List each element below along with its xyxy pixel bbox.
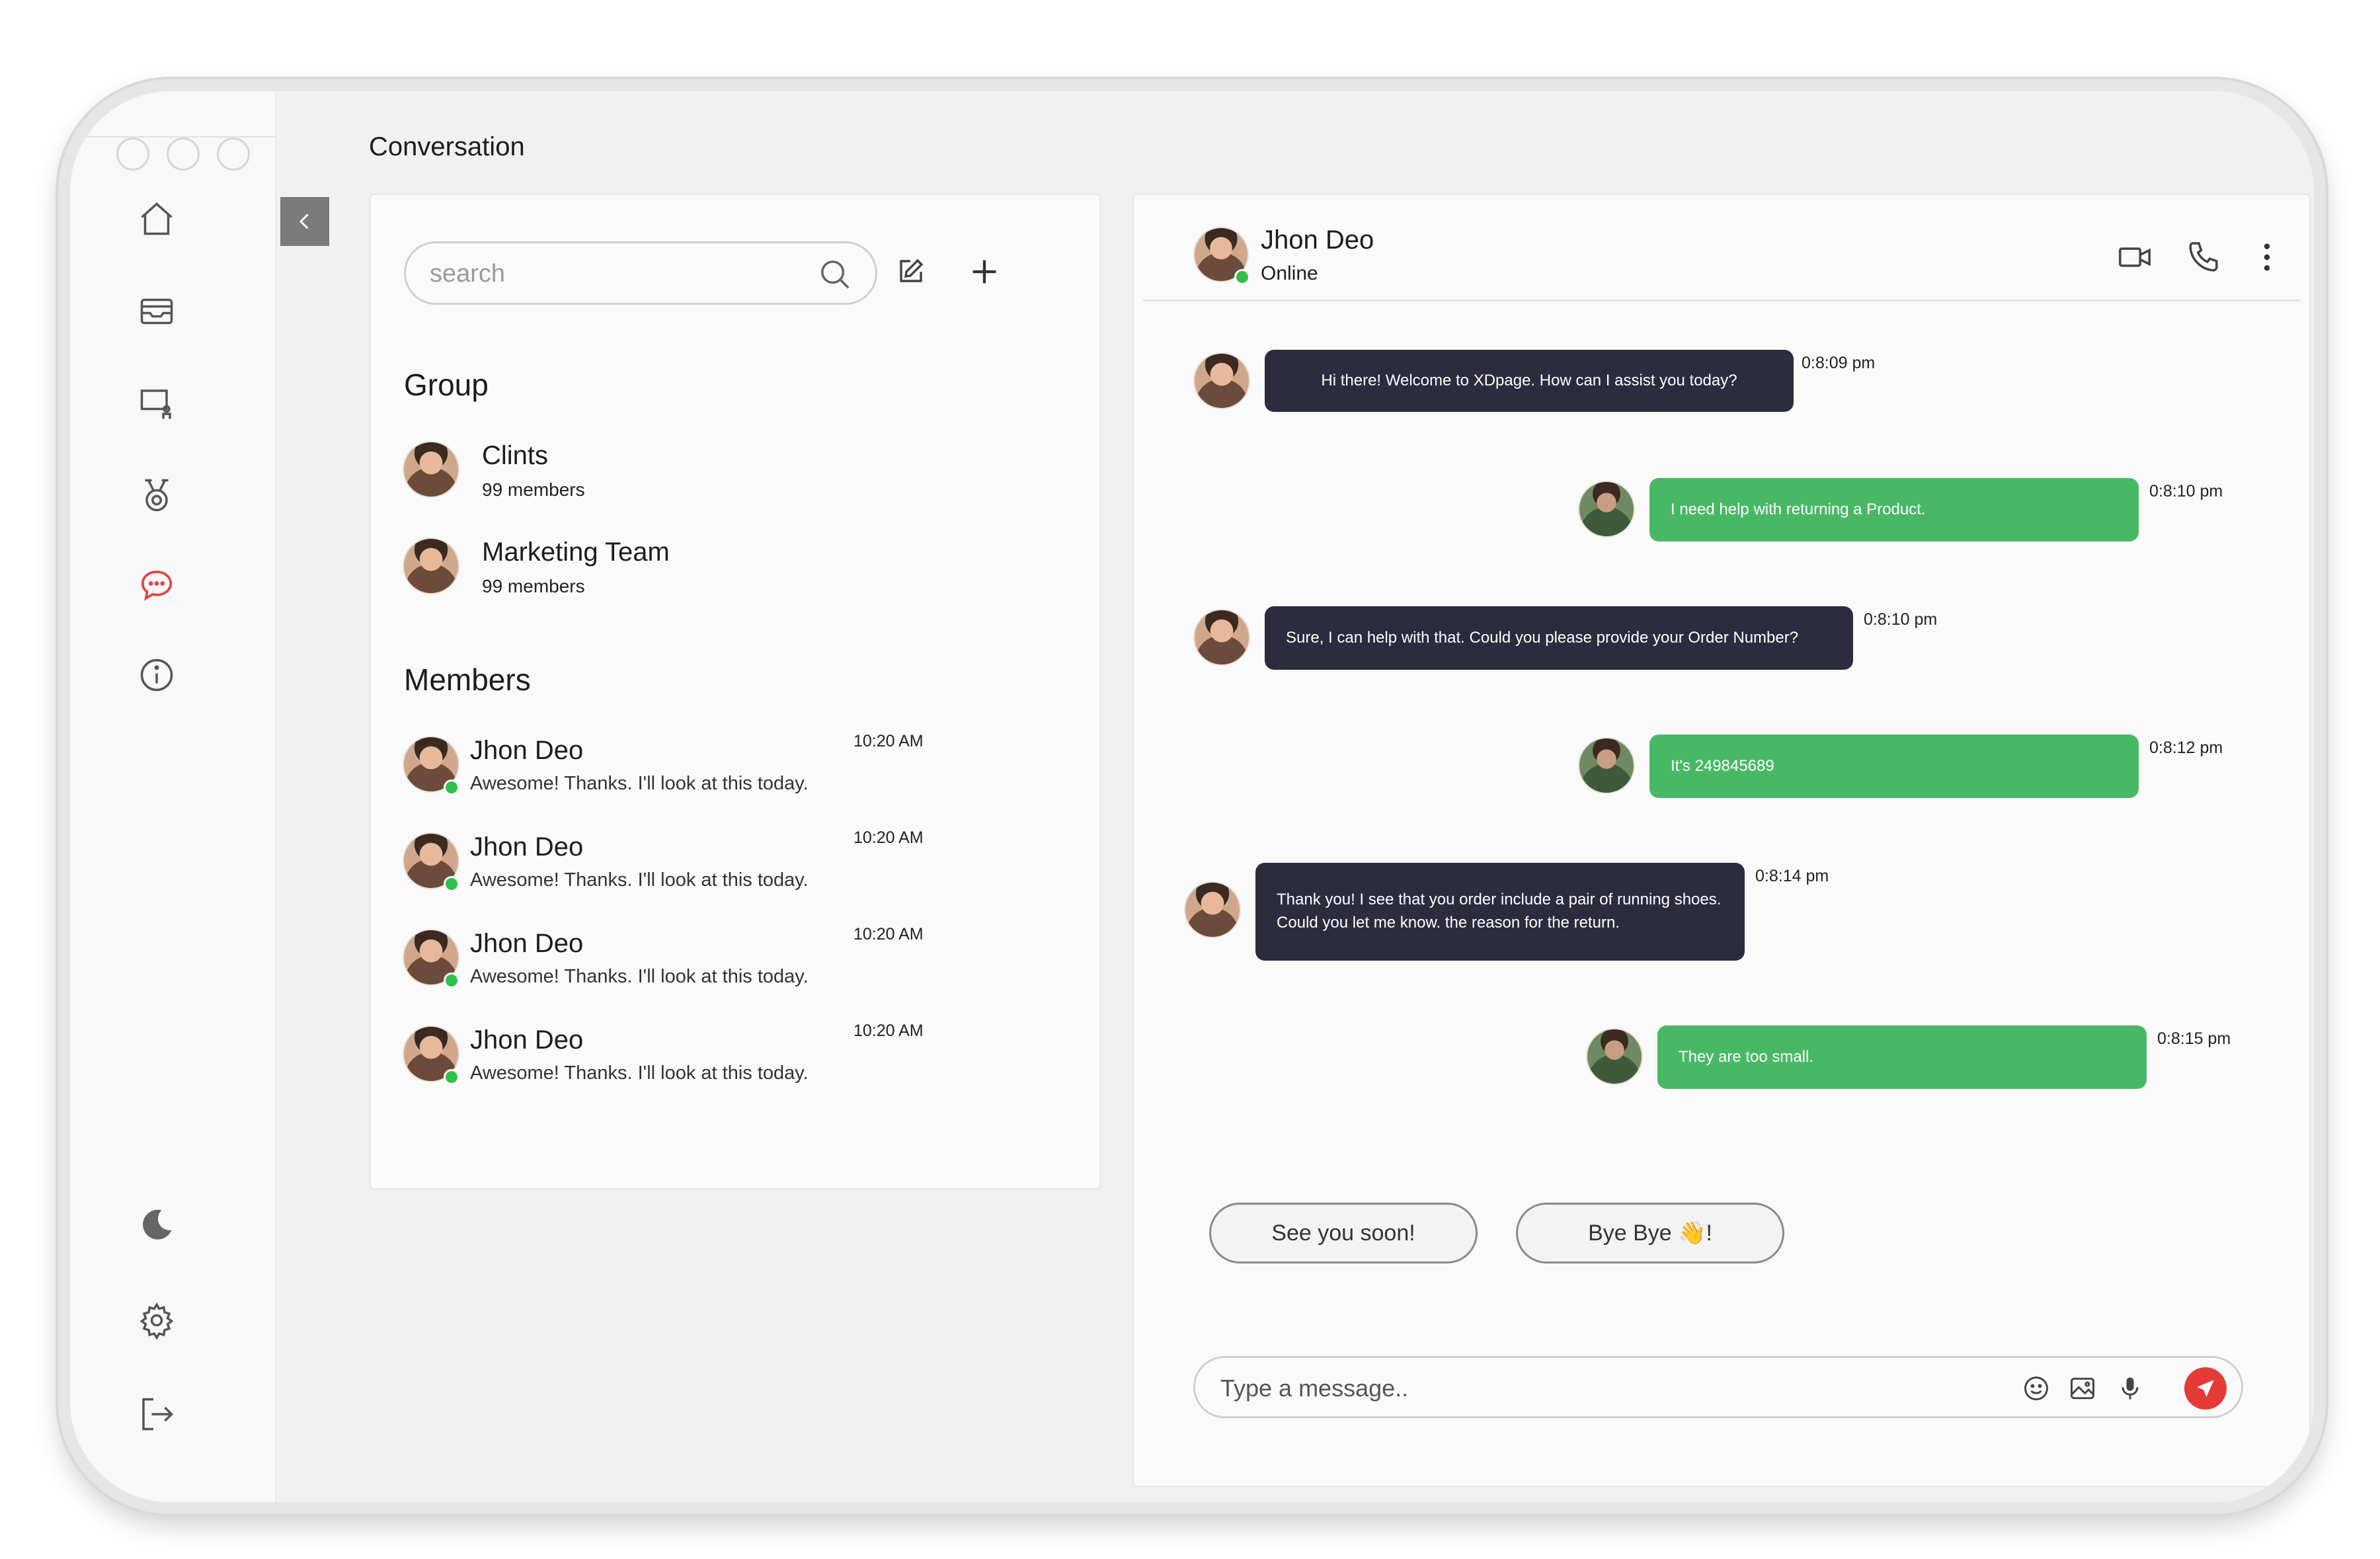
sidebar-item-home[interactable] [135, 197, 178, 241]
message-bubble: They are too small. [1657, 1025, 2147, 1089]
message-bubble: Sure, I can help with that. Could you pl… [1265, 606, 1853, 670]
online-indicator [1234, 269, 1250, 285]
online-indicator [444, 1069, 459, 1085]
contact-name: Jhon Deo [1261, 225, 1374, 255]
logout-icon [142, 1398, 173, 1431]
theme-toggle[interactable] [135, 1203, 178, 1247]
settings-button[interactable] [135, 1299, 178, 1342]
avatar [1578, 481, 1635, 538]
info-icon [140, 659, 173, 692]
sidebar-item-presentation[interactable] [135, 382, 178, 426]
avatar [1586, 1028, 1643, 1085]
page-title: Conversation [369, 132, 525, 161]
message-time: 0:8:09 pm [1802, 354, 1876, 372]
window-minimize-button[interactable] [167, 138, 200, 171]
home-icon [141, 202, 173, 235]
window-close-button[interactable] [116, 138, 149, 171]
avatar [403, 441, 459, 498]
member-time: 10:20 AM [853, 828, 924, 847]
message-bubble: Thank you! I see that you order include … [1255, 863, 1745, 961]
member-name: Jhon Deo [470, 929, 584, 958]
member-time: 10:20 AM [853, 925, 924, 943]
message-time: 0:8:14 pm [1755, 867, 1829, 885]
add-icon[interactable] [967, 255, 1002, 289]
message-time: 0:8:10 pm [1864, 610, 1938, 629]
online-indicator [444, 973, 459, 988]
member-last-message: Awesome! Thanks. I'll look at this today… [470, 773, 809, 794]
contact-status: Online [1261, 262, 1318, 284]
sidebar [70, 91, 277, 1502]
inbox-icon [140, 298, 173, 325]
more-options-icon[interactable] [2248, 239, 2285, 276]
member-last-message: Awesome! Thanks. I'll look at this today… [470, 869, 809, 891]
image-icon[interactable] [2068, 1374, 2097, 1403]
conversation-list-panel: Group Clints 99 members Marketing Team 9… [369, 193, 1101, 1190]
search-input[interactable] [428, 255, 801, 292]
logout-button[interactable] [135, 1392, 178, 1436]
avatar [1193, 352, 1250, 409]
sidebar-item-chat[interactable] [135, 563, 178, 607]
group-members-count: 99 members [482, 479, 585, 500]
send-button[interactable] [2184, 1367, 2227, 1410]
avatar [403, 538, 459, 594]
message-time: 0:8:12 pm [2149, 739, 2223, 757]
search-box [404, 241, 877, 305]
members-heading: Members [404, 662, 531, 697]
online-indicator [444, 876, 459, 892]
chat-panel: Jhon Deo Online Hi there! Welcome to XDp… [1132, 193, 2311, 1488]
window-controls [116, 138, 250, 171]
gear-icon [139, 1302, 174, 1340]
message-input[interactable] [1219, 1370, 2015, 1407]
presentation-icon [140, 389, 171, 419]
quick-reply-button[interactable]: See you soon! [1209, 1203, 1478, 1263]
group-name: Marketing Team [482, 538, 670, 567]
group-members-count: 99 members [482, 576, 585, 596]
member-name: Jhon Deo [470, 1025, 584, 1055]
member-time: 10:20 AM [853, 732, 924, 750]
chat-icon [141, 571, 173, 601]
sidebar-item-info[interactable] [135, 653, 178, 697]
header-divider [1143, 300, 2300, 301]
quick-reply-button[interactable]: Bye Bye 👋! [1516, 1203, 1784, 1263]
app-window: Conversation Group Clints 99 members Mar… [58, 79, 2326, 1514]
sidebar-item-inbox[interactable] [135, 290, 178, 333]
group-heading: Group [404, 368, 489, 402]
member-name: Jhon Deo [470, 736, 584, 765]
message-composer [1193, 1356, 2243, 1418]
award-icon [145, 479, 169, 512]
avatar [1578, 737, 1635, 794]
sidebar-collapse-button[interactable] [280, 197, 329, 246]
video-call-icon[interactable] [2116, 239, 2153, 276]
message-bubble: Hi there! Welcome to XDpage. How can I a… [1265, 350, 1794, 412]
emoji-icon[interactable] [2022, 1374, 2051, 1403]
message-time: 0:8:15 pm [2157, 1029, 2231, 1048]
member-time: 10:20 AM [853, 1021, 924, 1040]
avatar [1193, 609, 1250, 666]
sidebar-item-awards[interactable] [135, 473, 178, 517]
window-maximize-button[interactable] [217, 138, 250, 171]
member-last-message: Awesome! Thanks. I'll look at this today… [470, 966, 809, 987]
member-name: Jhon Deo [470, 832, 584, 861]
message-bubble: It's 249845689 [1649, 735, 2139, 798]
send-icon [2197, 1380, 2214, 1397]
moon-icon [143, 1209, 172, 1240]
microphone-icon[interactable] [2116, 1374, 2145, 1403]
chevron-left-icon [299, 214, 309, 229]
message-time: 0:8:10 pm [2149, 482, 2223, 500]
compose-icon[interactable] [894, 256, 926, 288]
online-indicator [444, 780, 459, 795]
avatar [1184, 881, 1241, 938]
group-name: Clints [482, 441, 549, 470]
member-last-message: Awesome! Thanks. I'll look at this today… [470, 1062, 809, 1084]
phone-icon[interactable] [2185, 239, 2222, 276]
message-bubble: I need help with returning a Product. [1649, 478, 2139, 541]
search-icon[interactable] [817, 257, 853, 292]
